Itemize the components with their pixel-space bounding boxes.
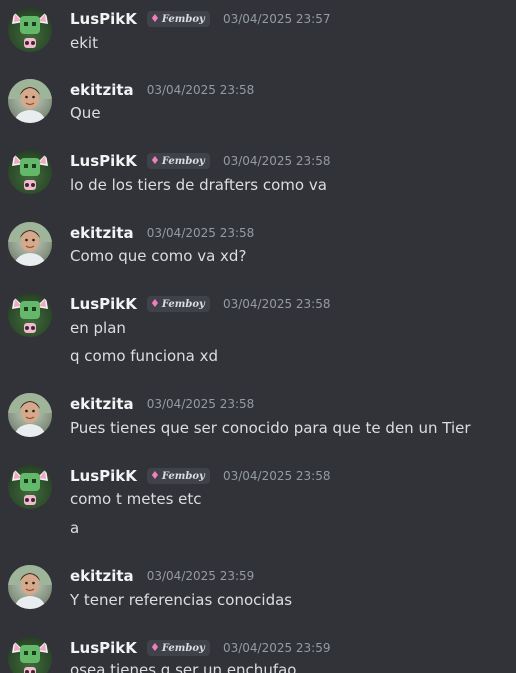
avatar[interactable] bbox=[8, 150, 52, 194]
person-avatar-icon bbox=[8, 565, 52, 609]
message-text: a bbox=[70, 519, 80, 537]
cat-avatar-icon bbox=[12, 641, 48, 673]
role-tag-label: Femboy bbox=[161, 642, 205, 654]
message-author[interactable]: ekitzita bbox=[70, 223, 134, 243]
message-timestamp: 03/04/2025 23:58 bbox=[146, 82, 255, 97]
gem-icon: ♦ bbox=[150, 296, 160, 310]
message-text: Pues tienes que ser conocido para que te… bbox=[70, 419, 471, 437]
gem-icon: ♦ bbox=[150, 468, 160, 482]
role-tag-label: Femboy bbox=[161, 13, 205, 25]
message-text: como t metes etc bbox=[70, 490, 202, 508]
avatar[interactable] bbox=[8, 8, 52, 52]
cat-avatar-icon bbox=[12, 297, 48, 333]
gem-icon: ♦ bbox=[150, 11, 160, 25]
message-author[interactable]: LusPikK bbox=[70, 638, 137, 658]
avatar[interactable] bbox=[8, 393, 52, 437]
message-timestamp: 03/04/2025 23:58 bbox=[222, 153, 331, 168]
message-author[interactable]: LusPikK bbox=[70, 466, 137, 486]
cat-avatar-icon bbox=[12, 469, 48, 505]
message-text: q como funciona xd bbox=[70, 347, 219, 365]
message-author[interactable]: ekitzita bbox=[70, 394, 134, 414]
message-timestamp: 03/04/2025 23:58 bbox=[146, 396, 255, 411]
person-avatar-icon bbox=[8, 222, 52, 266]
message-text: ekit bbox=[70, 34, 98, 52]
avatar[interactable] bbox=[8, 222, 52, 266]
avatar[interactable] bbox=[8, 293, 52, 337]
role-tag: ♦ Femboy bbox=[147, 152, 210, 169]
person-avatar-icon bbox=[8, 79, 52, 123]
message-text: Y tener referencias conocidas bbox=[70, 591, 293, 609]
message-author[interactable]: LusPikK bbox=[70, 294, 137, 314]
message-author[interactable]: ekitzita bbox=[70, 80, 134, 100]
message-author[interactable]: LusPikK bbox=[70, 151, 137, 171]
avatar[interactable] bbox=[8, 565, 52, 609]
gem-icon: ♦ bbox=[150, 153, 160, 167]
gem-icon: ♦ bbox=[150, 640, 160, 654]
cat-avatar-icon bbox=[12, 12, 48, 48]
message-text: osea tienes q ser un enchufao bbox=[70, 661, 297, 673]
role-tag-label: Femboy bbox=[161, 470, 205, 482]
avatar[interactable] bbox=[8, 465, 52, 509]
person-avatar-icon bbox=[8, 393, 52, 437]
role-tag: ♦ Femboy bbox=[147, 10, 210, 27]
role-tag-label: Femboy bbox=[161, 155, 205, 167]
message-timestamp: 03/04/2025 23:58 bbox=[222, 296, 331, 311]
message-timestamp: 03/04/2025 23:58 bbox=[146, 225, 255, 240]
avatar[interactable] bbox=[8, 637, 52, 673]
role-tag-label: Femboy bbox=[161, 298, 205, 310]
message-author[interactable]: ekitzita bbox=[70, 566, 134, 586]
message-author[interactable]: LusPikK bbox=[70, 9, 137, 29]
cat-avatar-icon bbox=[12, 154, 48, 190]
avatar[interactable] bbox=[8, 79, 52, 123]
role-tag: ♦ Femboy bbox=[147, 639, 210, 656]
message-text: Como que como va xd? bbox=[70, 247, 247, 265]
message-text: Que bbox=[70, 104, 101, 122]
message-timestamp: 03/04/2025 23:57 bbox=[222, 11, 331, 26]
message-text: lo de los tiers de drafters como va bbox=[70, 176, 327, 194]
message-timestamp: 03/04/2025 23:59 bbox=[146, 568, 255, 583]
role-tag: ♦ Femboy bbox=[147, 295, 210, 312]
message-timestamp: 03/04/2025 23:58 bbox=[222, 468, 331, 483]
message-timestamp: 03/04/2025 23:59 bbox=[222, 640, 331, 655]
message-text: en plan bbox=[70, 319, 126, 337]
chat-message-list: LusPikK ♦ Femboy 03/04/2025 23:57 ekit ek… bbox=[0, 0, 516, 673]
role-tag: ♦ Femboy bbox=[147, 467, 210, 484]
